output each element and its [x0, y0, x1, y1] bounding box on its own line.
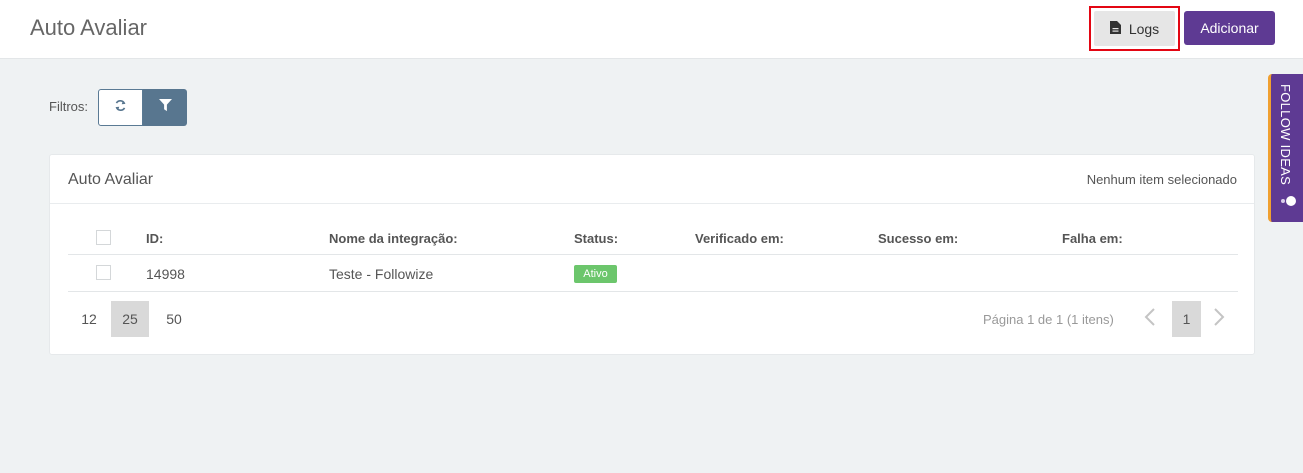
status-badge: Ativo	[574, 265, 617, 283]
logs-button-highlight: Logs	[1089, 6, 1180, 51]
panel-divider	[50, 203, 1254, 204]
refresh-button[interactable]	[98, 89, 143, 126]
page-size-50[interactable]: 50	[155, 301, 193, 337]
row-divider	[68, 291, 1238, 292]
column-header-id[interactable]: ID:	[146, 231, 163, 246]
results-panel: Auto Avaliar Nenhum item selecionado ID:…	[49, 154, 1255, 355]
file-icon	[1109, 20, 1121, 37]
selection-status: Nenhum item selecionado	[1086, 172, 1237, 187]
filter-button[interactable]	[143, 89, 187, 126]
row-id: 14998	[146, 266, 185, 282]
logs-button[interactable]: Logs	[1094, 11, 1175, 46]
column-header-failure[interactable]: Falha em:	[1062, 231, 1123, 246]
pagination-info: Página 1 de 1 (1 itens)	[983, 312, 1114, 327]
page-number-current[interactable]: 1	[1172, 301, 1201, 337]
add-button[interactable]: Adicionar	[1184, 11, 1275, 45]
filter-button-group	[98, 89, 187, 126]
page-size-25[interactable]: 25	[111, 301, 149, 337]
select-all-checkbox[interactable]	[96, 230, 111, 245]
toggle-icon	[1279, 194, 1297, 208]
page-size-12[interactable]: 12	[70, 301, 108, 337]
refresh-icon	[114, 99, 127, 117]
row-checkbox[interactable]	[96, 265, 111, 280]
page-title: Auto Avaliar	[30, 15, 148, 40]
previous-page-button[interactable]	[1143, 307, 1157, 332]
chevron-left-icon	[1144, 307, 1156, 332]
panel-title: Auto Avaliar	[68, 171, 154, 188]
column-header-verified[interactable]: Verificado em:	[695, 231, 784, 246]
column-header-success[interactable]: Sucesso em:	[878, 231, 958, 246]
next-page-button[interactable]	[1212, 307, 1226, 332]
logs-button-label: Logs	[1128, 20, 1160, 37]
filter-icon	[158, 98, 172, 117]
filters-label: Filtros:	[49, 99, 88, 114]
column-header-name[interactable]: Nome da integração:	[329, 231, 458, 246]
header-divider	[68, 254, 1238, 255]
column-header-status[interactable]: Status:	[574, 231, 618, 246]
follow-ideas-tab[interactable]: FOLLOW IDEAS	[1268, 74, 1303, 222]
top-bar: Auto Avaliar Logs Adicionar	[0, 0, 1303, 59]
row-name: Teste - Followize	[329, 266, 434, 282]
follow-ideas-label: FOLLOW IDEAS	[1278, 84, 1293, 186]
chevron-right-icon	[1213, 307, 1225, 332]
